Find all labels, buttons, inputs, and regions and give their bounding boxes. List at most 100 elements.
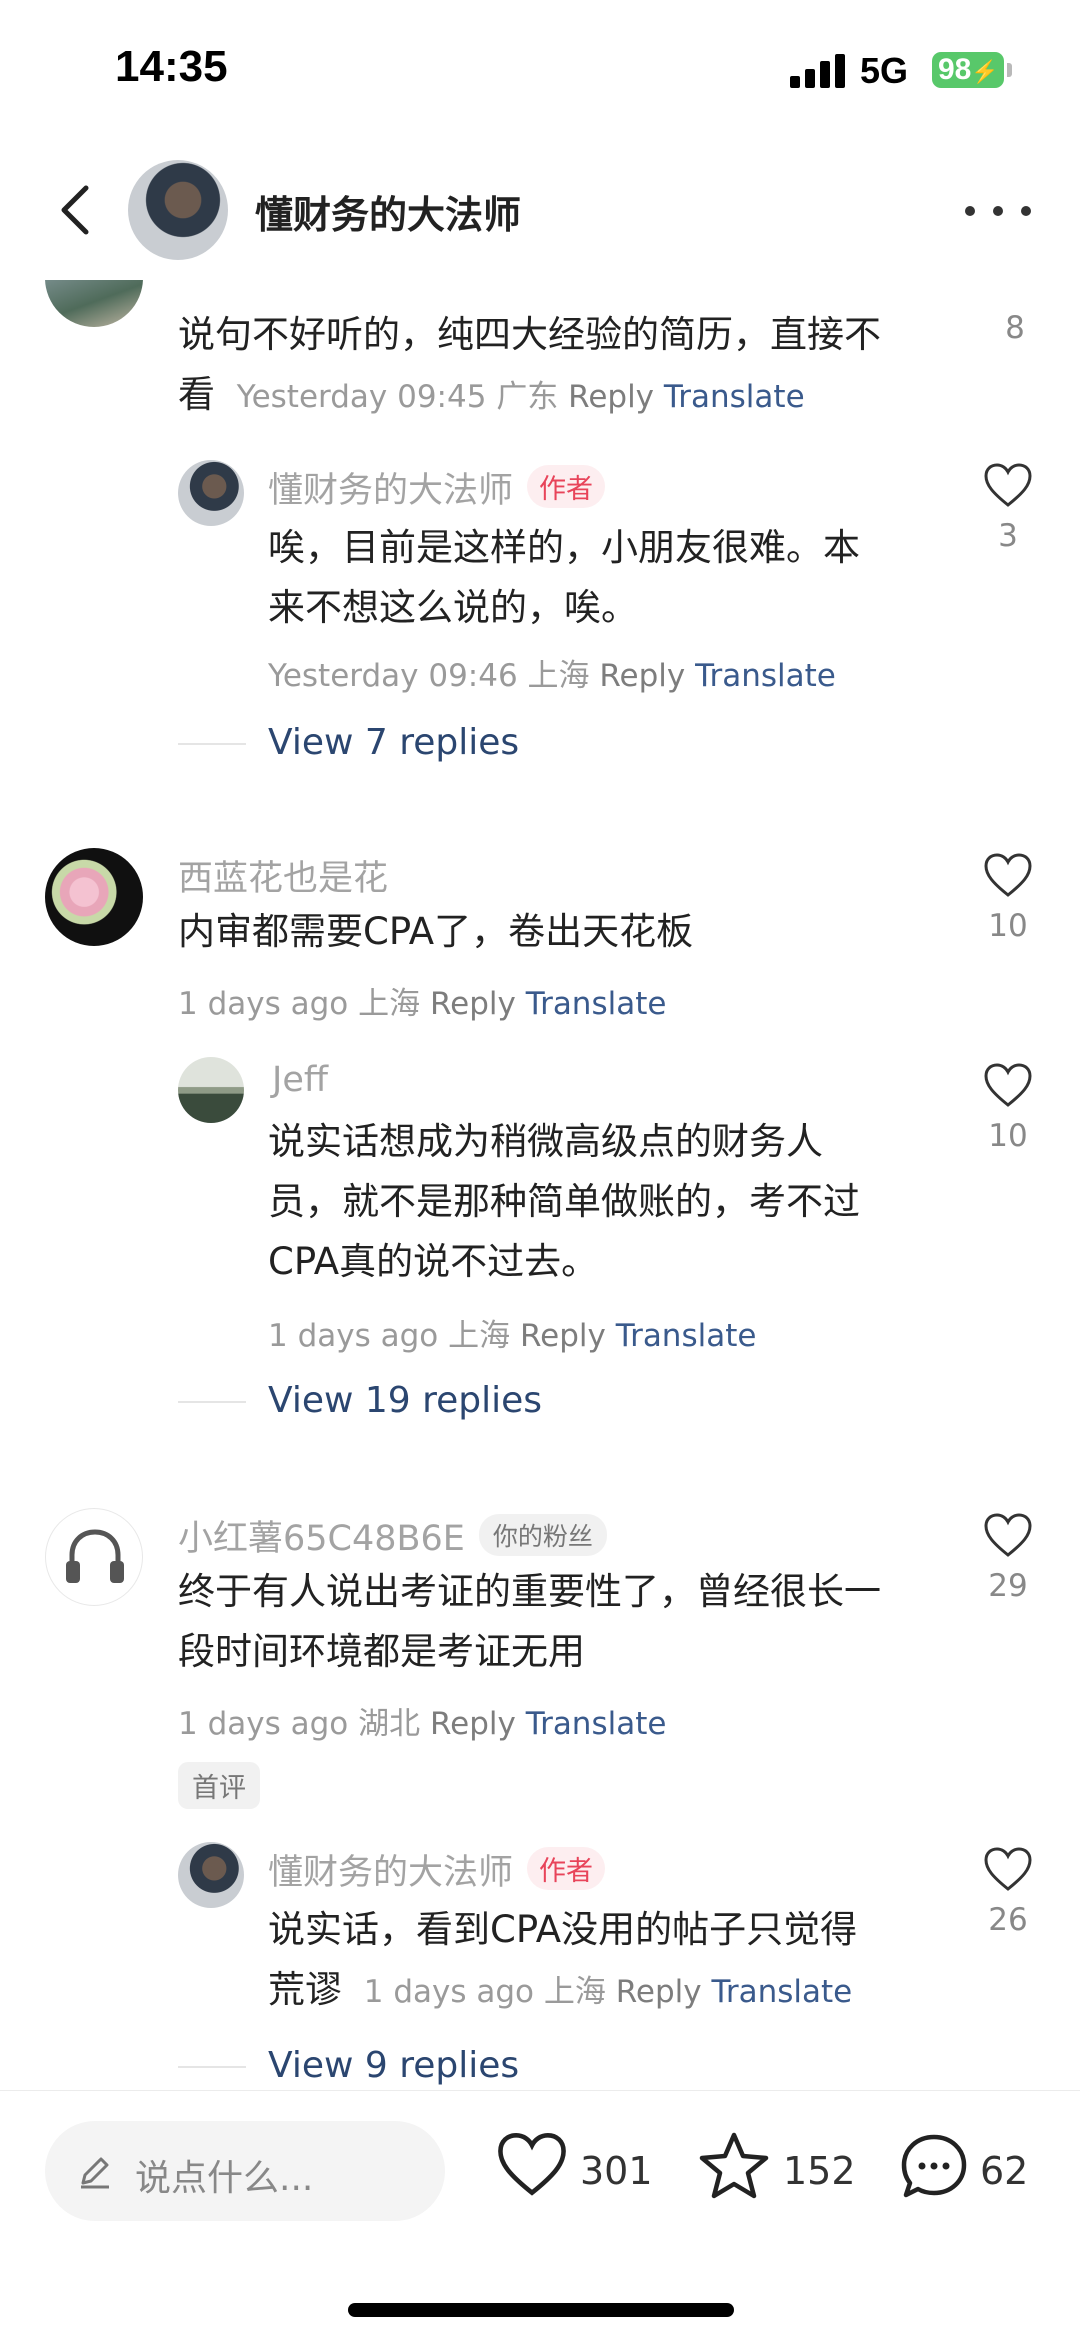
commenter-name[interactable]: 小红薯65C48B6E [178, 1519, 465, 1559]
comment-location: 湖北 [358, 1706, 421, 1742]
comment-text: 说句不好听的，纯四大经验的简历，直接不 看 Yesterday 09:45 广东… [178, 305, 938, 427]
commenter-avatar[interactable] [45, 848, 143, 946]
reply-button[interactable]: Reply [520, 1318, 606, 1354]
comment-input[interactable]: 说点什么... [45, 2121, 445, 2221]
comment-text-line: 看 Yesterday 09:45 广东 Reply Translate [178, 365, 938, 427]
reply-author[interactable]: 懂财务的大法师 作者 [268, 1844, 606, 1895]
like-count: 29 [988, 1568, 1028, 1604]
favorite-count: 152 [783, 2149, 856, 2193]
reply-button[interactable]: Reply [568, 379, 654, 415]
author-badge: 作者 [527, 465, 606, 508]
author-name[interactable]: 懂财务的大法师 [255, 184, 521, 239]
reply-button[interactable]: Reply [616, 1974, 702, 2010]
favorite-button[interactable]: 152 [698, 2131, 858, 2211]
translate-button[interactable]: Translate [695, 658, 836, 694]
commenter-avatar[interactable] [45, 280, 143, 327]
comment-text-tail: 看 [178, 373, 215, 416]
comment-bubble-icon [901, 2134, 967, 2198]
reply-author-name[interactable]: 懂财务的大法师 [268, 1853, 513, 1893]
comment-meta: Yesterday 09:45 广东 Reply Translate [237, 379, 805, 415]
battery-level: 98 [938, 53, 972, 86]
comment-meta: 1 days ago 上海 Reply Translate [178, 978, 666, 1023]
reply-author[interactable]: 懂财务的大法师 作者 [268, 462, 606, 513]
comment-time: 1 days ago [178, 1706, 349, 1742]
reply-location: 上海 [448, 1318, 511, 1354]
view-replies-button[interactable]: View 7 replies [268, 722, 519, 763]
reply-author[interactable]: Jeff [272, 1060, 328, 1100]
reply-text: 唉，目前是这样的，小朋友很难。本 来不想这么说的，唉。 [268, 518, 928, 638]
comment-text-line: 说句不好听的，纯四大经验的简历，直接不 [178, 313, 881, 356]
reply-location: 上海 [543, 1974, 606, 2010]
back-button[interactable] [48, 180, 108, 240]
view-replies-button[interactable]: View 19 replies [268, 1380, 542, 1421]
bottom-action-bar: 说点什么... 301 152 62 [0, 2090, 1080, 2337]
translate-button[interactable]: Translate [616, 1318, 757, 1354]
heart-icon [984, 1063, 1032, 1107]
comment-time: 1 days ago [178, 986, 349, 1022]
commenter-name[interactable]: 西蓝花也是花 [178, 850, 388, 901]
pencil-icon [81, 2157, 109, 2189]
comment-location: 上海 [358, 986, 421, 1022]
reply-button[interactable]: Reply [599, 658, 685, 694]
reply-text-line: 员，就不是那种简单做账的，考不过 [268, 1180, 860, 1223]
view-replies-button[interactable]: View 9 replies [268, 2045, 519, 2086]
reply-avatar[interactable] [178, 1057, 244, 1123]
translate-button[interactable]: Translate [526, 1706, 667, 1742]
translate-button[interactable]: Translate [711, 1974, 852, 2010]
reply-text-line: 唉，目前是这样的，小朋友很难。本 [268, 526, 860, 569]
reply-text-line: 说实话，看到CPA没用的帖子只觉得 [268, 1908, 858, 1951]
like-button[interactable]: 26 [973, 1846, 1043, 1938]
like-post-button[interactable]: 301 [495, 2131, 655, 2211]
commenter[interactable]: 小红薯65C48B6E 你的粉丝 [178, 1510, 607, 1561]
heart-icon [984, 1513, 1032, 1557]
author-avatar[interactable] [128, 160, 228, 260]
like-button[interactable]: 29 [973, 1512, 1043, 1604]
comment-text-line: 终于有人说出考证的重要性了，曾经很长一 [178, 1570, 881, 1613]
commenter-avatar[interactable] [45, 1508, 143, 1606]
like-button[interactable]: 3 [973, 462, 1043, 554]
reply-text: 说实话，看到CPA没用的帖子只觉得 荒谬 1 days ago 上海 Reply… [268, 1900, 948, 2022]
signal-icon [790, 52, 846, 88]
status-bar: 14:35 5G 98⚡ [0, 0, 1080, 140]
comments-button[interactable]: 62 [898, 2131, 1038, 2211]
home-indicator[interactable] [348, 2303, 734, 2317]
reply-button[interactable]: Reply [430, 986, 516, 1022]
like-count: 10 [988, 1118, 1028, 1154]
reply-text-line: 荒谬 1 days ago 上海 Reply Translate [268, 1960, 948, 2022]
like-button[interactable]: 10 [973, 1062, 1043, 1154]
reply-location: 上海 [527, 658, 590, 694]
translate-button[interactable]: Translate [664, 379, 805, 415]
first-comment-tag: 首评 [178, 1762, 260, 1809]
reply-button[interactable]: Reply [430, 1706, 516, 1742]
translate-button[interactable]: Translate [526, 986, 667, 1022]
headphone-icon [66, 1529, 124, 1583]
battery-cap [1007, 63, 1012, 77]
reply-text-line: CPA真的说不过去。 [268, 1240, 599, 1283]
reply-text-tail: 荒谬 [268, 1968, 342, 2011]
reply-meta: 1 days ago 上海 Reply Translate [268, 1310, 756, 1355]
heart-icon [984, 853, 1032, 897]
comment-text-line: 段时间环境都是考证无用 [178, 1630, 585, 1673]
divider [178, 1401, 246, 1403]
more-options-button[interactable] [965, 200, 1035, 220]
reply-avatar[interactable] [178, 1842, 244, 1908]
like-count: 10 [988, 908, 1028, 944]
like-button[interactable]: 8 [980, 280, 1050, 346]
comment-text: 终于有人说出考证的重要性了，曾经很长一 段时间环境都是考证无用 [178, 1562, 958, 1682]
star-icon [699, 2132, 769, 2199]
reply-author-name[interactable]: 懂财务的大法师 [268, 471, 513, 511]
reply-time: 1 days ago [363, 1974, 535, 2010]
reply-text-line: 说实话想成为稍微高级点的财务人 [268, 1120, 823, 1163]
fan-badge: 你的粉丝 [478, 1514, 607, 1556]
reply-text-line: 来不想这么说的，唉。 [268, 586, 638, 629]
reply-time: 1 days ago [268, 1318, 439, 1354]
comment-count: 62 [980, 2149, 1029, 2193]
reply-time: Yesterday 09:46 [268, 658, 518, 694]
heart-icon [498, 2133, 566, 2196]
reply-meta: Yesterday 09:46 上海 Reply Translate [268, 650, 836, 695]
like-count: 8 [1005, 310, 1025, 346]
like-button[interactable]: 10 [973, 852, 1043, 944]
network-type: 5G [860, 50, 909, 91]
author-badge: 作者 [527, 1847, 606, 1890]
reply-avatar[interactable] [178, 460, 244, 526]
